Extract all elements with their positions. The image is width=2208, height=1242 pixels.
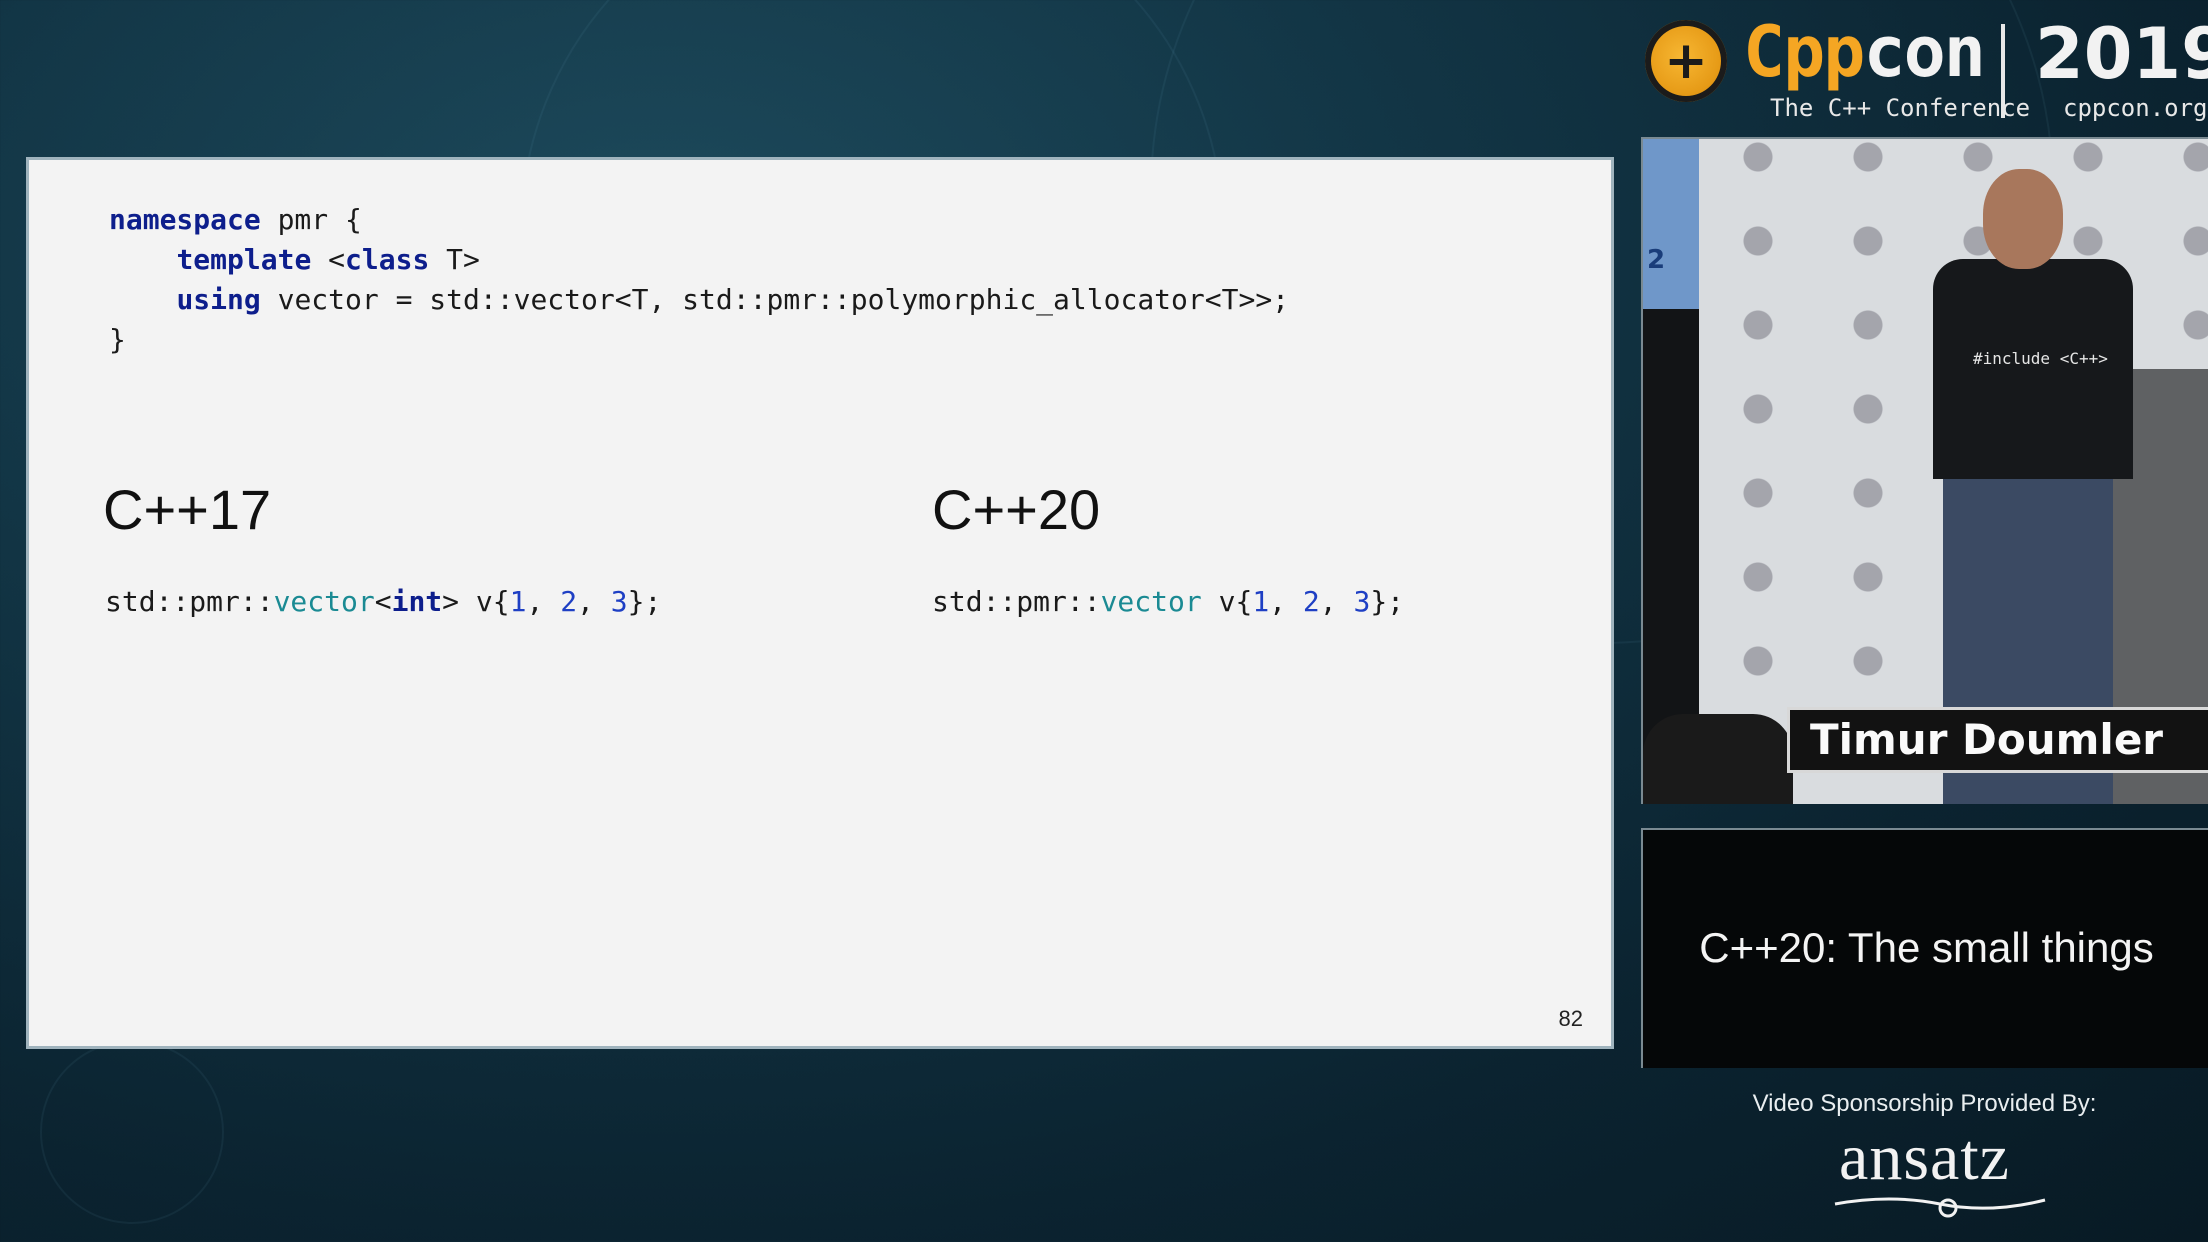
code-number: 1 [1252, 585, 1270, 618]
code-number: 3 [610, 585, 628, 618]
code-text: < [311, 243, 346, 276]
speaker-name: Timur Doumler [1810, 715, 2164, 764]
code-text: v{ [1201, 585, 1253, 618]
slide-page-number: 82 [1558, 1006, 1583, 1031]
code-text: v{ [459, 585, 510, 618]
code-number: 1 [509, 585, 527, 618]
code-keyword: namespace [109, 203, 261, 236]
code-number: 3 [1353, 585, 1371, 618]
sponsor-swoosh-icon [1834, 1197, 2046, 1218]
cpp20-heading: C++20 [932, 478, 1101, 541]
code-text: pmr { [260, 203, 362, 236]
namespace-code-block: namespace pmr { template <class T> using… [109, 200, 1289, 360]
code-text: std::pmr:: [105, 585, 274, 618]
screen-fragment-text: 2 [1647, 245, 1666, 275]
cpp17-code-line: std::pmr::vector<int> v{1, 2, 3}; [105, 585, 661, 618]
code-text: , [577, 585, 611, 618]
code-number: 2 [1302, 585, 1320, 618]
code-keyword: template [176, 243, 312, 276]
logo-year: 2019 [2035, 13, 2208, 95]
code-text: }; [627, 585, 662, 618]
code-text: , [1319, 585, 1354, 618]
cpp17-heading: C++17 [103, 478, 272, 541]
code-text: , [1269, 585, 1303, 618]
logo-site: cppcon.org [2063, 94, 2208, 122]
logo-tagline: The C++ Conference [1770, 94, 2031, 122]
code-text: std::pmr:: [932, 585, 1101, 618]
projector-screen-edge: 2 [1643, 139, 1699, 309]
code-type: vector [273, 585, 375, 618]
code-text: }; [1370, 585, 1405, 618]
code-text: vector = std::vector<T, std::pmr::polymo… [260, 283, 1290, 316]
talk-title: C++20: The small things [1699, 924, 2154, 971]
speaker-name-box: Timur Doumler [1787, 707, 2208, 773]
sponsor-logo: ansatz [1839, 1121, 2010, 1194]
speaker-head [1983, 169, 2063, 269]
background-circle [40, 1040, 224, 1224]
audience-silhouette [1643, 714, 1793, 804]
code-text: , [526, 585, 561, 618]
code-text: < [374, 585, 392, 618]
cpp20-code-line: std::pmr::vector v{1, 2, 3}; [932, 585, 1404, 618]
code-text: } [109, 323, 126, 356]
logo-cpp-text: Cpp [1743, 11, 1865, 93]
logo-divider [2001, 24, 2005, 118]
code-text: T> [429, 243, 480, 276]
code-keyword: class [345, 243, 430, 276]
speaker-torso [1933, 259, 2133, 479]
code-type: vector [1100, 585, 1202, 618]
logo-wordmark: Cppcon [1743, 11, 1986, 93]
code-keyword: int [391, 585, 443, 618]
code-keyword: using [176, 283, 261, 316]
code-text: > [442, 585, 460, 618]
logo-con-text: con [1863, 11, 1985, 93]
shirt-print: #include <C++> [1973, 349, 2108, 368]
speaker-video: 2 #include <C++> Timur Doumler [1641, 137, 2208, 804]
cppcon-emblem-icon: + [1645, 20, 1727, 102]
code-number: 2 [560, 585, 578, 618]
presentation-slide: namespace pmr { template <class T> using… [26, 157, 1614, 1049]
talk-title-panel: C++20: The small things [1641, 828, 2208, 1068]
sponsor-label: Video Sponsorship Provided By: [1752, 1090, 2097, 1117]
cppcon-logo: + Cppcon The C++ Conference 2019 cppcon.… [1645, 12, 2208, 128]
